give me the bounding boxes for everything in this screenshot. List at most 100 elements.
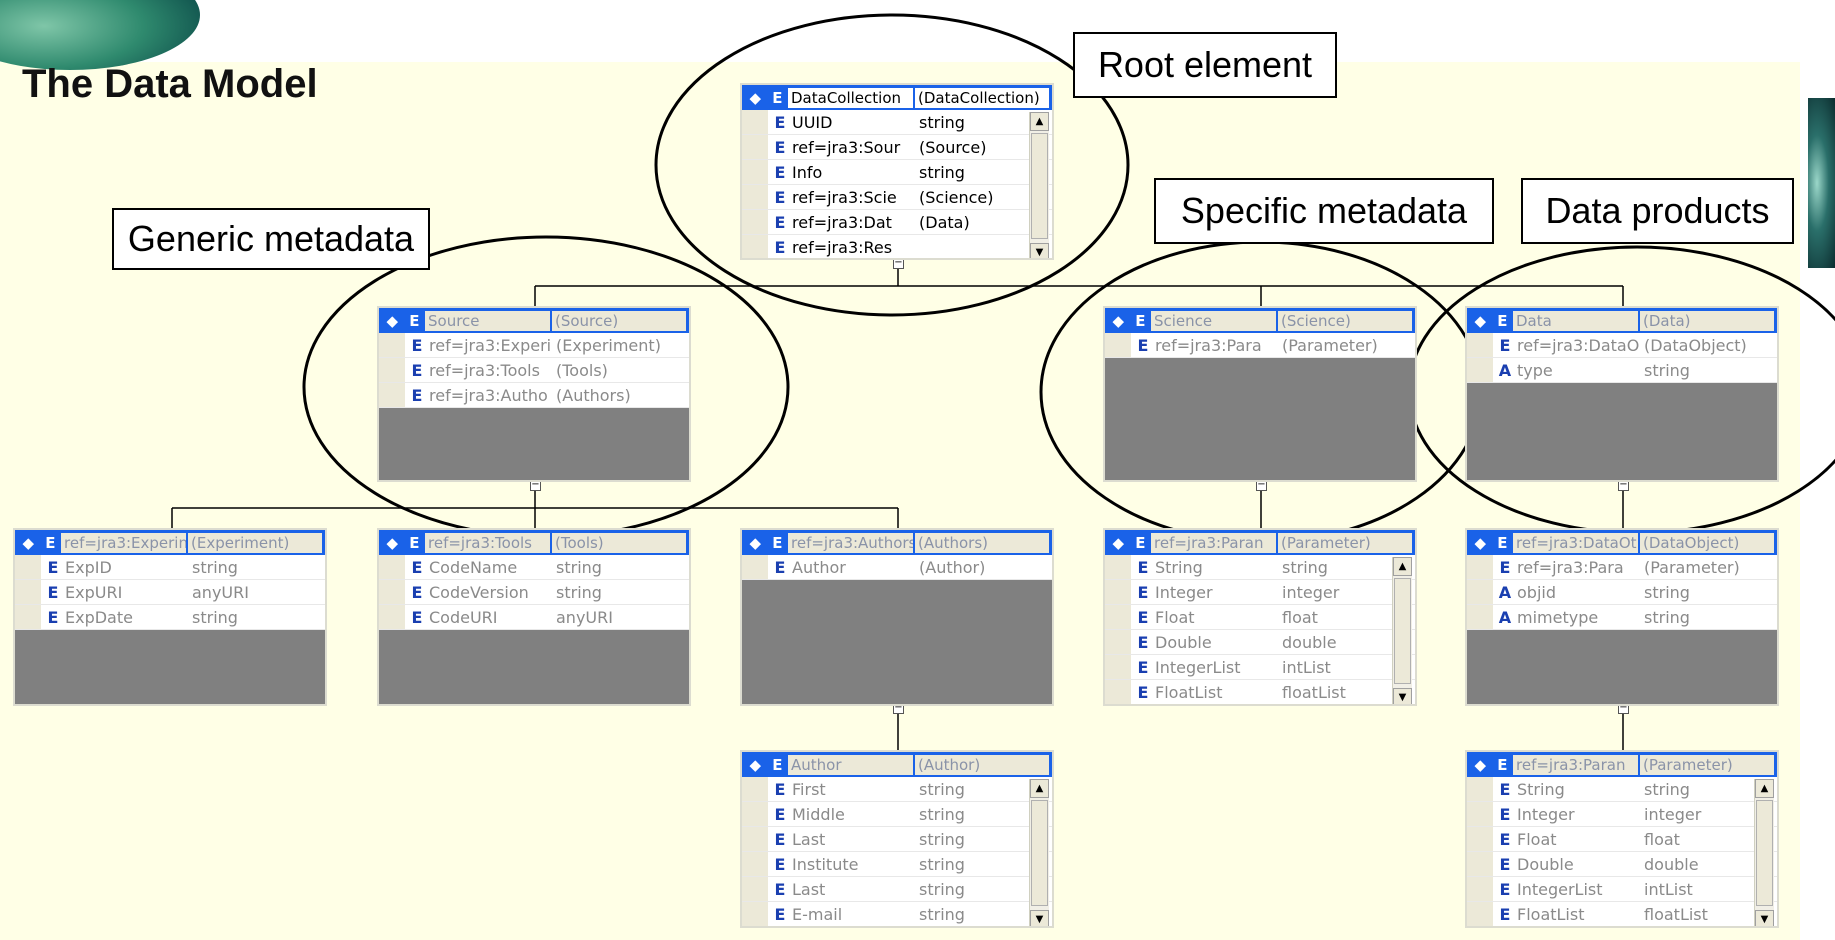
scrollbar[interactable]: ▲ ▼ <box>1029 112 1049 258</box>
element-icon: E <box>1499 804 1511 824</box>
element-header[interactable]: ◆ E Author (Author) <box>742 752 1052 777</box>
element-box-dataobject[interactable]: ◆ Eref=jra3:DataOt (DataObject) Eref=jra3:P… <box>1465 528 1779 706</box>
child-row[interactable]: E Double double <box>1467 852 1777 877</box>
row-indent <box>742 802 768 826</box>
scroll-thumb[interactable] <box>1394 578 1411 684</box>
element-type: (Experiment) <box>188 532 322 553</box>
scroll-up-icon[interactable]: ▲ <box>1030 779 1049 798</box>
scrollbar[interactable]: ▲ ▼ <box>1754 779 1774 926</box>
element-icon: E <box>1499 829 1511 849</box>
child-row[interactable]: Eref=jra3:DataO (DataObject) <box>1467 333 1777 358</box>
scroll-up-icon[interactable]: ▲ <box>1030 112 1049 131</box>
scrollbar[interactable]: ▲ ▼ <box>1029 779 1049 926</box>
element-box-experiment[interactable]: ◆ Eref=jra3:Experin (Experiment) E ExpID stri… <box>13 528 327 706</box>
scroll-down-icon[interactable]: ▼ <box>1030 243 1049 258</box>
child-type: anyURI <box>192 582 249 602</box>
child-row[interactable]: Amimetype string <box>1467 605 1777 630</box>
element-header[interactable]: ◆ Eref=jra3:Tools (Tools) <box>379 530 689 555</box>
child-row[interactable]: E Author (Author) <box>742 555 1052 580</box>
element-box-parameter-2[interactable]: ◆ Eref=jra3:Paran (Parameter) E String string… <box>1465 750 1779 928</box>
child-row[interactable]: E Double double <box>1105 630 1415 655</box>
child-row[interactable]: Eref=jra3:Tools (Tools) <box>379 358 689 383</box>
child-row[interactable]: E UUID string <box>742 110 1052 135</box>
scroll-down-icon[interactable]: ▼ <box>1030 910 1049 926</box>
child-name: FloatList <box>1517 904 1585 924</box>
element-header[interactable]: ◆ E Science (Science) <box>1105 308 1415 333</box>
child-row[interactable]: Eref=jra3:Sour (Source) <box>742 135 1052 160</box>
element-type: (Source) <box>552 310 686 331</box>
child-row[interactable]: E ExpDate string <box>15 605 325 630</box>
child-row[interactable]: Aobjid string <box>1467 580 1777 605</box>
child-row[interactable]: E IntegerList intList <box>1467 877 1777 902</box>
scrollbar[interactable]: ▲ ▼ <box>1392 557 1412 704</box>
row-indent <box>1105 680 1131 704</box>
child-row[interactable]: E IntegerList intList <box>1105 655 1415 680</box>
child-row[interactable]: E Institute string <box>742 852 1052 877</box>
child-row[interactable]: E Middle string <box>742 802 1052 827</box>
element-header[interactable]: ◆ Eref=jra3:Experin (Experiment) <box>15 530 325 555</box>
element-header[interactable]: ◆ E DataCollection (DataCollection) <box>742 85 1052 110</box>
child-name: FloatList <box>1155 682 1223 702</box>
child-row[interactable]: Eref=jra3:Para (Parameter) <box>1467 555 1777 580</box>
element-header[interactable]: ◆ E Source (Source) <box>379 308 689 333</box>
element-box-datacollection[interactable]: ◆ E DataCollection (DataCollection) E UUID str… <box>740 83 1054 260</box>
child-row[interactable]: E Float float <box>1467 827 1777 852</box>
element-box-source[interactable]: ◆ E Source (Source) Eref=jra3:Experi (Experim… <box>377 306 691 482</box>
child-row[interactable]: E FloatList floatList <box>1105 680 1415 704</box>
child-name: mimetype <box>1517 607 1599 627</box>
child-name: String <box>1517 779 1565 799</box>
child-row[interactable]: E CodeURI anyURI <box>379 605 689 630</box>
row-indent <box>1467 580 1493 604</box>
scroll-up-icon[interactable]: ▲ <box>1393 557 1412 576</box>
child-row[interactable]: E Last string <box>742 877 1052 902</box>
child-row[interactable]: Eref=jra3:Experi (Experiment) <box>379 333 689 358</box>
scroll-thumb[interactable] <box>1031 800 1048 906</box>
child-row[interactable]: E First string <box>742 777 1052 802</box>
scroll-down-icon[interactable]: ▼ <box>1393 688 1412 704</box>
child-row[interactable]: Atype string <box>1467 358 1777 383</box>
child-row[interactable]: Eref=jra3:Para (Parameter) <box>1105 333 1415 358</box>
element-box-authors[interactable]: ◆ Eref=jra3:Authors (Authors) E Author (Autho… <box>740 528 1054 706</box>
child-row[interactable]: Eref=jra3:Dat (Data) <box>742 210 1052 235</box>
row-indent <box>1105 555 1131 579</box>
element-box-science[interactable]: ◆ E Science (Science) Eref=jra3:Para (Paramet… <box>1103 306 1417 482</box>
child-row[interactable]: E Integer integer <box>1105 580 1415 605</box>
element-header[interactable]: ◆ E Data (Data) <box>1467 308 1777 333</box>
child-name: String <box>1155 557 1203 577</box>
element-box-author[interactable]: ◆ E Author (Author) E First string E Middle strin… <box>740 750 1054 928</box>
element-type: (Parameter) <box>1640 754 1774 775</box>
child-row[interactable]: Eref=jra3:Scie (Science) <box>742 185 1052 210</box>
child-row[interactable]: E String string <box>1467 777 1777 802</box>
scroll-thumb[interactable] <box>1756 800 1773 906</box>
child-row[interactable]: E Info string <box>742 160 1052 185</box>
element-icon: E <box>411 385 423 405</box>
child-row[interactable]: E Float float <box>1105 605 1415 630</box>
child-row[interactable]: E String string <box>1105 555 1415 580</box>
scroll-down-icon[interactable]: ▼ <box>1755 910 1774 926</box>
element-box-data[interactable]: ◆ E Data (Data) Eref=jra3:DataO (DataObject) A… <box>1465 306 1779 482</box>
element-header[interactable]: ◆ Eref=jra3:Paran (Parameter) <box>1105 530 1415 555</box>
element-header[interactable]: ◆ Eref=jra3:Authors (Authors) <box>742 530 1052 555</box>
child-row[interactable]: E Integer integer <box>1467 802 1777 827</box>
child-row[interactable]: E CodeVersion string <box>379 580 689 605</box>
element-name: Source <box>425 310 550 331</box>
element-icon: E <box>774 557 786 577</box>
child-row[interactable]: Eref=jra3:Autho (Authors) <box>379 383 689 408</box>
element-icon: E <box>1137 335 1149 355</box>
scroll-up-icon[interactable]: ▲ <box>1755 779 1774 798</box>
element-box-parameter[interactable]: ◆ Eref=jra3:Paran (Parameter) E String string… <box>1103 528 1417 706</box>
child-row[interactable]: E FloatList floatList <box>1467 902 1777 926</box>
element-tag: ◆ E <box>1105 312 1151 330</box>
child-row[interactable]: Eref=jra3:Res <box>742 235 1052 258</box>
scroll-thumb[interactable] <box>1031 133 1048 239</box>
element-header[interactable]: ◆ Eref=jra3:DataOt (DataObject) <box>1467 530 1777 555</box>
child-row[interactable]: E ExpID string <box>15 555 325 580</box>
element-header[interactable]: ◆ Eref=jra3:Paran (Parameter) <box>1467 752 1777 777</box>
child-list: Eref=jra3:Para (Parameter) <box>1105 333 1415 358</box>
child-row[interactable]: E ExpURI anyURI <box>15 580 325 605</box>
child-row[interactable]: E E-mail string <box>742 902 1052 926</box>
row-indent <box>742 555 768 579</box>
child-row[interactable]: E CodeName string <box>379 555 689 580</box>
child-row[interactable]: E Last string <box>742 827 1052 852</box>
element-box-tools[interactable]: ◆ Eref=jra3:Tools (Tools) E CodeName string E C… <box>377 528 691 706</box>
